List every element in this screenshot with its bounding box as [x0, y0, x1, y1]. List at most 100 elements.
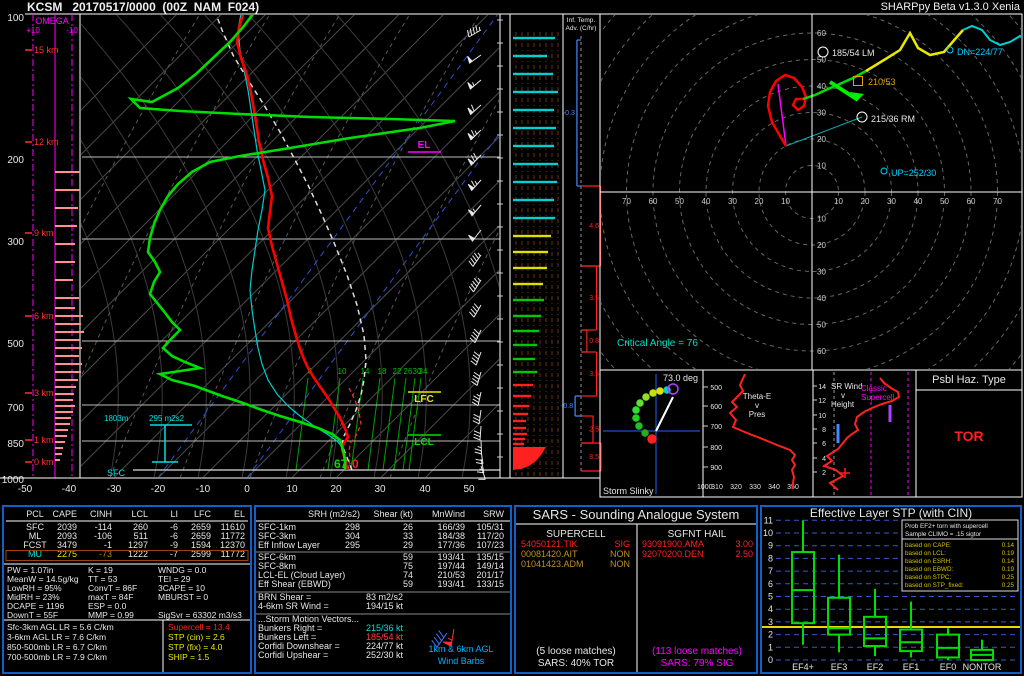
- hodo-ring-label: 10: [817, 215, 826, 224]
- theta-e-title: Pres: [749, 410, 765, 419]
- sr-wind-ytick: 2: [822, 470, 826, 477]
- stp-legend-label: based on LCL:: [905, 550, 946, 557]
- thermo-index: DownT = 55F: [7, 610, 58, 620]
- pressure-tick-label: 100: [7, 13, 24, 24]
- lapse-rate-value: 700-500mb LR = 7.9 C/km: [7, 652, 107, 662]
- height-km-label: 12 km: [34, 137, 59, 147]
- slinky-angle-value: 73.0 deg: [663, 373, 698, 383]
- sounding-plot-area[interactable]: OMEGA+10 -10100200300500700850100015 km12…: [0, 0, 1024, 503]
- hodo-ring-label: 60: [967, 197, 976, 206]
- theta-e-title: Theta-E: [743, 392, 771, 401]
- stp-legend-value: 0.19: [1002, 550, 1015, 557]
- hodo-ring-label: 10: [834, 197, 843, 206]
- parcel-table-header: LCL: [131, 509, 148, 519]
- hodo-ring-label: 50: [675, 197, 684, 206]
- sars-match-size: 3.00: [735, 539, 753, 549]
- kinematics-header: SRH (m2/s2): [308, 509, 360, 519]
- thermo-panel[interactable]: PCL CAPE CINH LCL LI LFC EL SFC 2039 -114 260 -6 265…: [2, 505, 252, 674]
- mixing-ratio-label: 34: [419, 367, 428, 376]
- sars-loose-matches: (113 loose matches): [652, 646, 742, 657]
- stp-legend-value: 0.25: [1002, 582, 1015, 589]
- parcel-table-header: PCL: [26, 509, 44, 519]
- temp-tick-label: 40: [419, 484, 431, 495]
- app-version: SHARPpy Beta v1.3.0 Xenia: [880, 1, 1020, 13]
- kinematics-header: SRW: [483, 509, 504, 519]
- parcel-table-header: LFC: [194, 509, 212, 519]
- hodo-ring-label: 30: [887, 197, 896, 206]
- lapse-rate-value: 850-500mb LR = 6.7 C/km: [7, 642, 107, 652]
- height-km-label: 3 km: [34, 388, 54, 398]
- temp-tick-label: -30: [107, 484, 122, 495]
- hodo-ring-label: 10: [781, 197, 790, 206]
- sr-wind-46-value: 194/15 kt: [366, 601, 404, 611]
- el-label: EL: [418, 140, 431, 151]
- theta-e-xtick: 340: [768, 484, 780, 491]
- hodo-ring-label: 40: [817, 82, 826, 91]
- omega-plus-label: +10: [26, 26, 40, 35]
- hodo-ring-label: 30: [817, 109, 826, 118]
- stp-category-label: EF4+: [792, 662, 814, 672]
- kinematics-header: Shear (kt): [373, 509, 413, 519]
- sr-wind-ytick: 14: [818, 384, 826, 391]
- stp-legend-title: Sample CLIMO = .15 sigtor: [905, 531, 981, 538]
- stp-ytick: 11: [764, 515, 773, 525]
- temp-adv-value: 8.5: [589, 454, 599, 461]
- composite-index-value: STP (cin) = 2.6: [168, 632, 225, 642]
- stp-boxplot-panel[interactable]: Effective Layer STP (with CIN) 0 1 2 3 4 5 6 7 8 9…: [760, 505, 1022, 674]
- kinematics-panel[interactable]: SRH (m2/s2) Shear (kt) MnWind SRW SFC-1km 298…: [254, 505, 512, 674]
- theta-e-xtick: 320: [730, 484, 742, 491]
- classic-supercell-label: Classic: [861, 384, 887, 393]
- sr-wind-title: SR Wind: [831, 382, 863, 391]
- temp-tick-label: 10: [286, 484, 298, 495]
- inflow-depth-label: 1803m: [104, 414, 129, 423]
- omega-minus-label: -10: [66, 26, 78, 35]
- storm-motion-value: 252/30 kt: [366, 650, 404, 660]
- stp-title: Effective Layer STP (with CIN): [810, 507, 972, 520]
- sars-match-tag: NON: [610, 559, 630, 569]
- sars-probability: SARS: 79% SIG: [661, 658, 734, 669]
- temp-tick-label: -10: [196, 484, 211, 495]
- stp-category-label: NONTOR: [963, 662, 1002, 672]
- sars-panel[interactable]: SARS - Sounding Analogue System SUPERCELL…: [514, 505, 758, 674]
- temp-adv-value: 4.6: [589, 223, 599, 230]
- theta-e-ytick: 500: [710, 385, 722, 392]
- sr-wind-title: v: [841, 391, 845, 400]
- surface-dewpoint-value: 67: [334, 457, 348, 471]
- omega-title: OMEGA: [35, 16, 69, 26]
- pressure-tick-label: 300: [7, 237, 24, 248]
- hodo-ring-label: 40: [702, 197, 711, 206]
- sr-wind-title: Height: [831, 400, 855, 409]
- thermo-index: MMP = 0.99: [88, 610, 134, 620]
- mixing-ratio-label: 22: [393, 367, 402, 376]
- mean-wind-label: 210/53: [868, 77, 896, 87]
- stp-legend-label: based on ESRH:: [905, 558, 952, 565]
- kinematics-value: 107/23: [476, 540, 504, 550]
- theta-e-ytick: 600: [710, 404, 722, 411]
- theta-e-xtick: 330: [749, 484, 761, 491]
- sr-wind-ytick: 4: [822, 456, 826, 463]
- sr-wind-ytick: 12: [818, 398, 826, 405]
- storm-motion-label: Corfidi Upshear =: [258, 650, 328, 660]
- temp-adv-value: 3.5: [589, 295, 599, 302]
- temp-tick-label: 20: [330, 484, 342, 495]
- temp-adv-title: Inf. Temp.: [567, 17, 596, 24]
- thermo-index: MBURST = 0: [158, 592, 208, 602]
- height-km-label: 6 km: [34, 311, 54, 321]
- height-km-label: 15 km: [34, 45, 59, 55]
- title-bar: KCSM 20170517/0000 (00Z NAM F024) SHARPp…: [0, 0, 1024, 14]
- critical-angle-label: Critical Angle = 76: [617, 338, 698, 349]
- sars-match-id: 00081420.AIT: [521, 549, 578, 559]
- hazard-value: TOR: [954, 428, 983, 444]
- hodo-ring-label: 20: [861, 197, 870, 206]
- hodo-ring-label: 70: [622, 197, 631, 206]
- stp-category-label: EF3: [831, 662, 848, 672]
- corfidi-upshear-label: UP=252/30: [891, 168, 936, 178]
- pressure-tick-label: 500: [7, 339, 24, 350]
- sr-wind-ytick: 6: [822, 441, 826, 448]
- stp-ytick: 6: [768, 579, 773, 589]
- hodo-ring-label: 60: [649, 197, 658, 206]
- surface-temp-value: 0: [352, 457, 359, 471]
- hodo-ring-label: 30: [817, 268, 826, 277]
- slinky-title: Storm Slinky: [603, 486, 654, 496]
- kinematics-value: 29: [403, 540, 413, 550]
